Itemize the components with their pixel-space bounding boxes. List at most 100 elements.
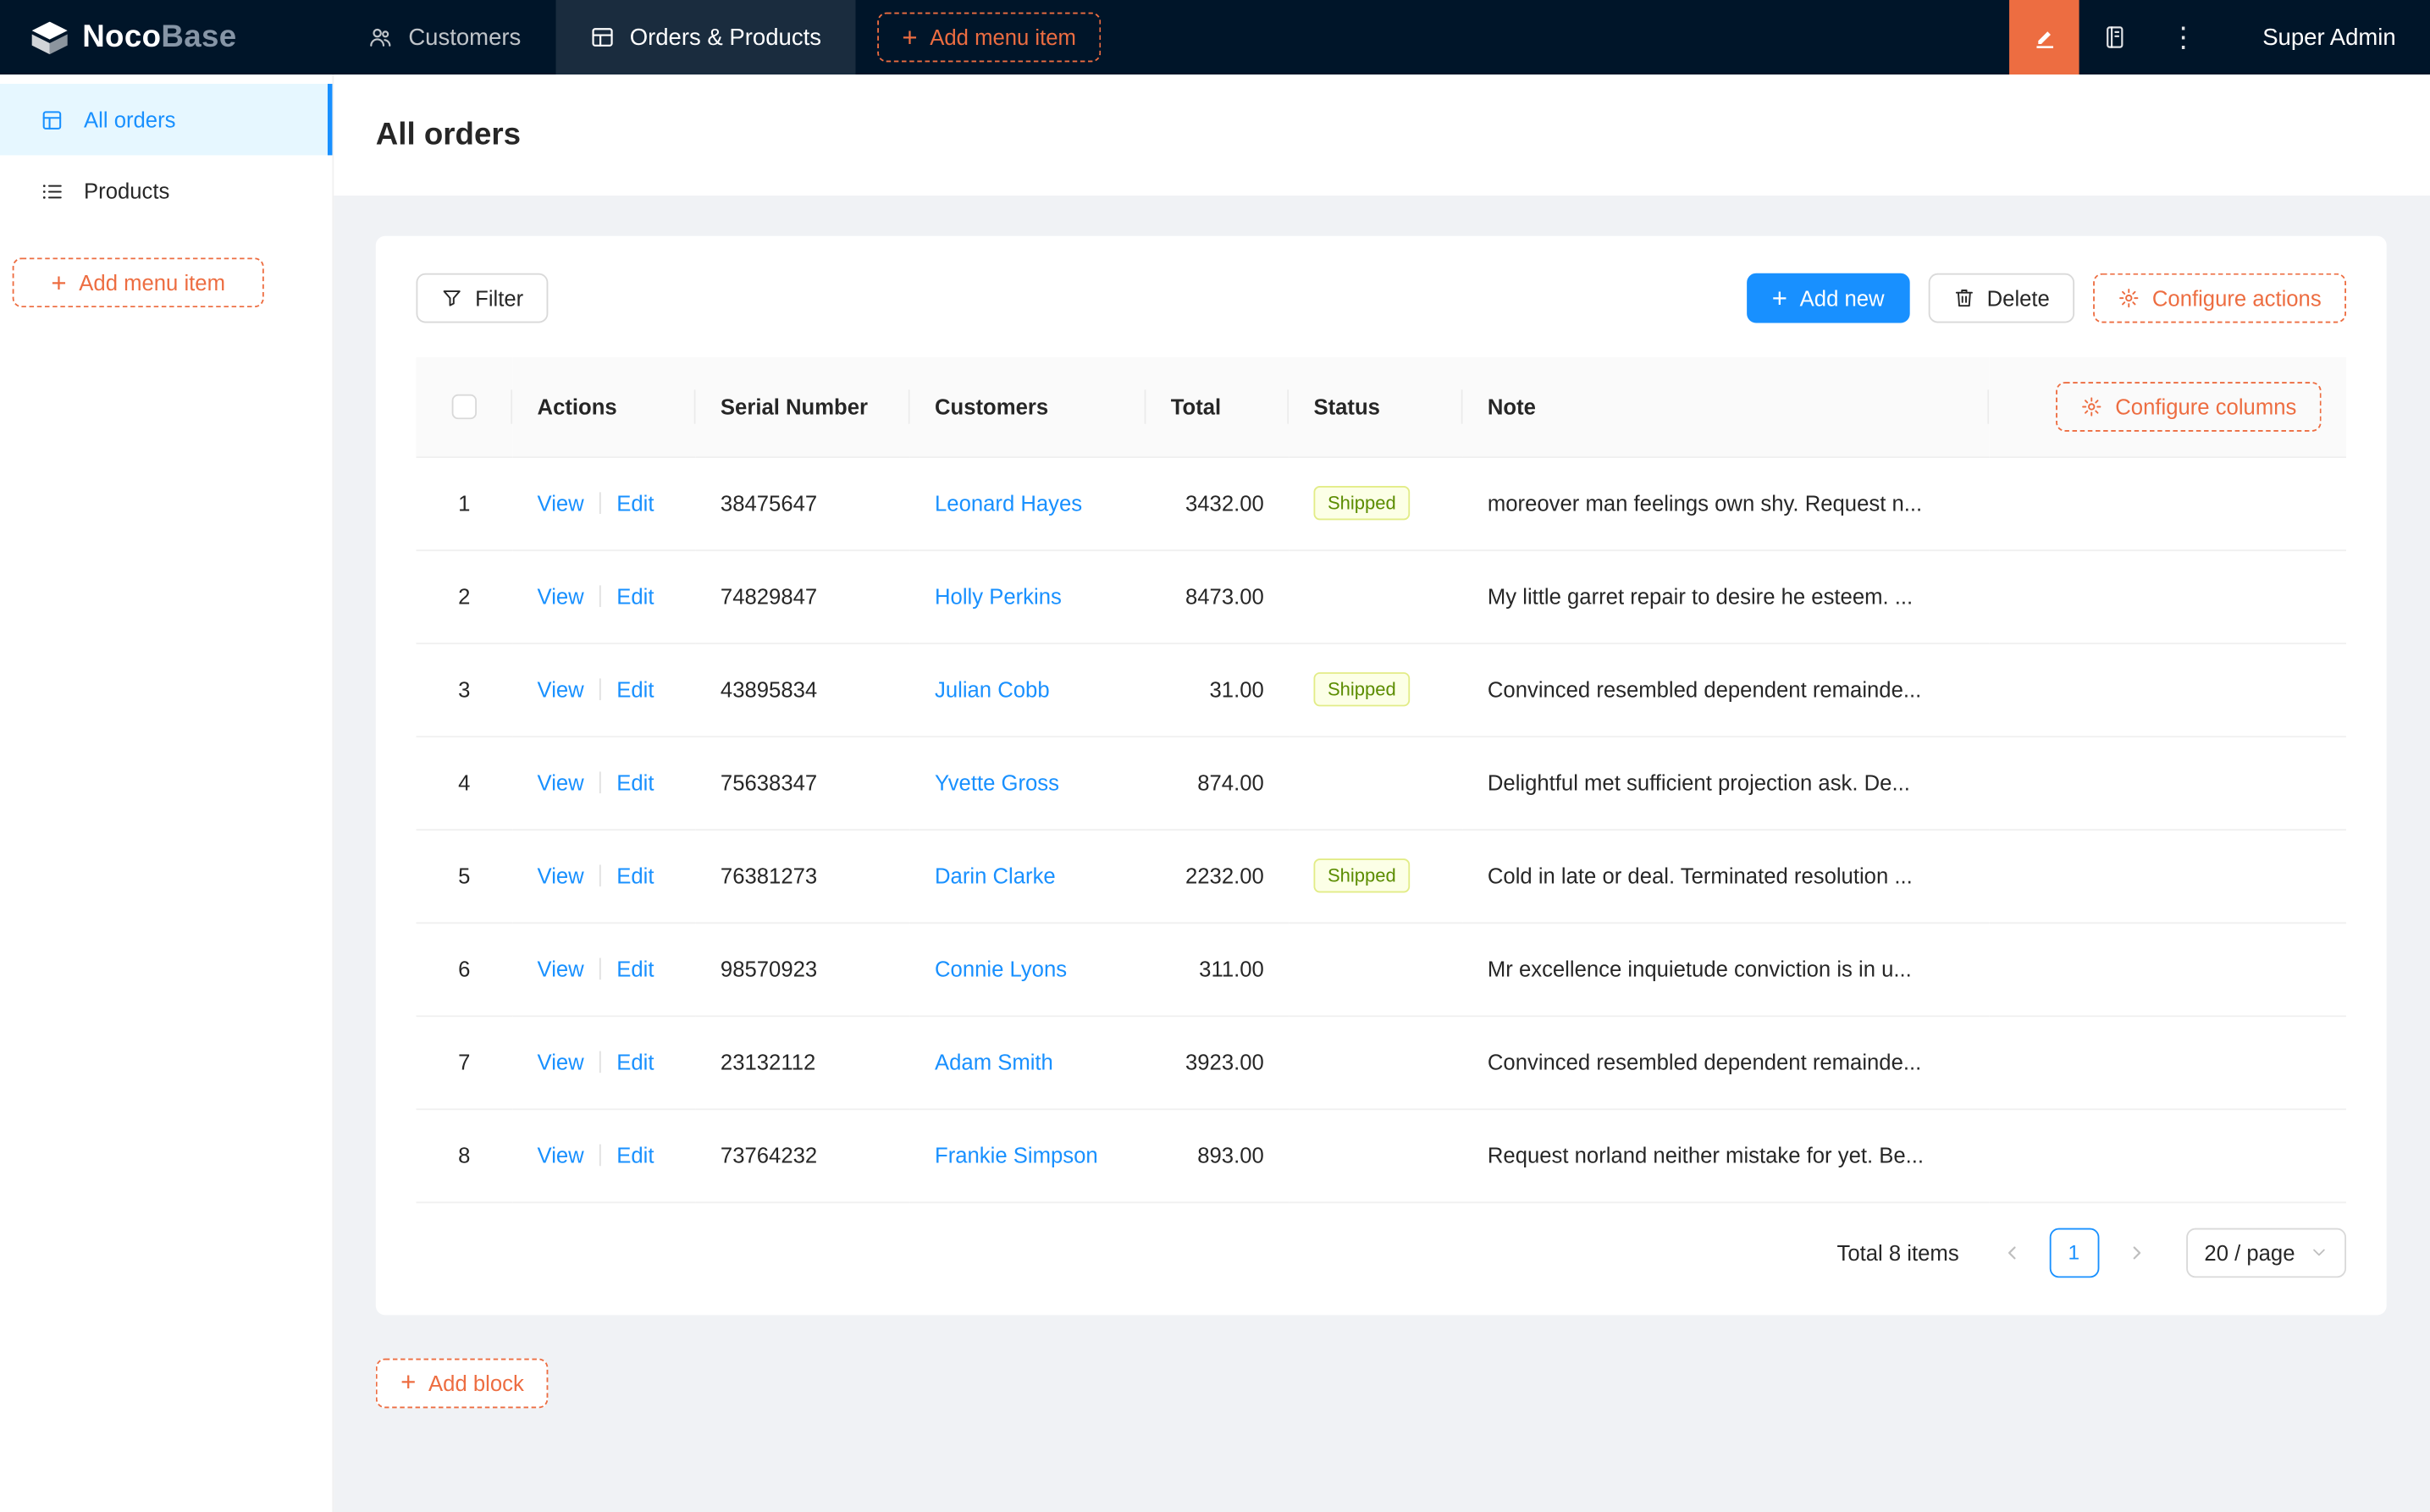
nav-item-orders-products[interactable]: Orders & Products — [555, 0, 856, 75]
view-link[interactable]: View — [538, 957, 584, 981]
nav-item-customers[interactable]: Customers — [334, 0, 555, 74]
edit-link[interactable]: Edit — [616, 491, 654, 516]
customer-link[interactable]: Leonard Hayes — [935, 491, 1082, 516]
edit-link[interactable]: Edit — [616, 584, 654, 609]
logo[interactable]: NocoBase — [0, 0, 334, 74]
view-link[interactable]: View — [538, 677, 584, 702]
table-row: 3 View Edit 43895834 Julian Cobb 31.00 Sh… — [416, 643, 2347, 737]
customer-link[interactable]: Darin Clarke — [935, 864, 1056, 888]
sidebar-add-menu-item-button[interactable]: + Add menu item — [12, 257, 264, 308]
status-cell — [1289, 922, 1463, 1017]
customer-link[interactable]: Holly Perkins — [935, 584, 1062, 609]
customer-link[interactable]: Julian Cobb — [935, 677, 1050, 702]
top-header: NocoBase Customers Orders & Products + A… — [0, 0, 2430, 75]
total-value: 8473.00 — [1185, 583, 1264, 609]
total-cell: 3432.00 — [1146, 456, 1290, 551]
table-icon — [589, 25, 614, 49]
plugin-docs-button[interactable] — [2079, 0, 2150, 74]
gear-icon — [2081, 395, 2103, 417]
view-link[interactable]: View — [538, 491, 584, 516]
row-index: 6 — [458, 956, 471, 982]
page-size-select[interactable]: 20 / page — [2185, 1227, 2347, 1277]
note-text: moreover man feelings own shy. Request n… — [1487, 490, 1923, 516]
sidebar: All orders Products + Add menu item — [0, 74, 334, 1512]
configure-actions-label: Configure actions — [2151, 285, 2322, 311]
select-all-checkbox[interactable] — [451, 395, 478, 420]
table-row: 4 View Edit 75638347 Yvette Gross 874.00 … — [416, 736, 2347, 830]
note-cell: Mr excellence inquietude conviction is i… — [1462, 922, 1990, 1017]
delete-button[interactable]: Delete — [1927, 273, 2075, 323]
row-index: 3 — [458, 676, 471, 702]
edit-link[interactable]: Edit — [616, 1143, 654, 1167]
view-link[interactable]: View — [538, 1050, 584, 1074]
action-divider — [599, 957, 601, 980]
edit-link[interactable]: Edit — [616, 864, 654, 888]
filter-button[interactable]: Filter — [416, 273, 549, 323]
edit-link[interactable]: Edit — [616, 957, 654, 981]
sidebar-item-products[interactable]: Products — [0, 155, 332, 226]
total-cell: 893.00 — [1146, 1108, 1290, 1203]
status-cell — [1289, 549, 1463, 644]
column-header-actions: Actions — [512, 356, 696, 458]
user-menu[interactable]: Super Admin — [2219, 24, 2430, 50]
serial-cell: 23132112 — [695, 1015, 910, 1110]
view-link[interactable]: View — [538, 864, 584, 888]
page-header: All orders — [334, 74, 2430, 196]
note-text: Convinced resembled dependent remainde..… — [1487, 1049, 1922, 1075]
customer-cell: Holly Perkins — [909, 549, 1146, 644]
status-tag: Shipped — [1313, 486, 1411, 521]
header-add-menu-item-button[interactable]: + Add menu item — [877, 12, 1102, 63]
row-index: 5 — [458, 863, 471, 888]
prev-page-button[interactable] — [1987, 1228, 2037, 1277]
customer-link[interactable]: Frankie Simpson — [935, 1143, 1098, 1167]
configure-columns-button[interactable]: Configure columns — [2056, 381, 2322, 432]
next-page-button[interactable] — [2111, 1228, 2161, 1277]
ui-editor-button[interactable] — [2009, 0, 2079, 75]
customer-link[interactable]: Adam Smith — [935, 1050, 1053, 1074]
column-header-note: Note — [1462, 356, 1990, 458]
chevron-right-icon — [2127, 1243, 2146, 1261]
orders-card: Filter + Add new Delete Configure action… — [375, 235, 2387, 1315]
serial-cell: 38475647 — [695, 456, 910, 551]
more-menu-button[interactable]: ⋮ — [2149, 0, 2219, 74]
row-index: 2 — [458, 583, 471, 609]
ellipsis-icon: ⋮ — [2169, 21, 2200, 53]
total-value: 31.00 — [1209, 676, 1264, 702]
serial-cell: 43895834 — [695, 643, 910, 737]
total-value: 3432.00 — [1185, 490, 1264, 516]
list-icon — [41, 179, 64, 203]
row-index-cell: 1 — [416, 456, 513, 551]
page-1-button[interactable]: 1 — [2049, 1227, 2099, 1277]
view-link[interactable]: View — [538, 1143, 584, 1167]
nav-item-label: Customers — [408, 24, 522, 51]
row-index-cell: 2 — [416, 549, 513, 644]
table-row: 2 View Edit 74829847 Holly Perkins 8473.0… — [416, 549, 2347, 644]
serial-number: 76381273 — [720, 863, 818, 888]
add-block-button[interactable]: + Add block — [375, 1357, 550, 1408]
pagination: Total 8 items 1 20 / page — [416, 1227, 2347, 1277]
note-text: My little garret repair to desire he est… — [1487, 583, 1914, 609]
view-link[interactable]: View — [538, 584, 584, 609]
row-index: 8 — [458, 1142, 471, 1168]
customer-link[interactable]: Yvette Gross — [935, 770, 1059, 795]
status-tag: Shipped — [1313, 858, 1411, 893]
note-text: Mr excellence inquietude conviction is i… — [1487, 956, 1912, 982]
add-new-button[interactable]: + Add new — [1747, 273, 1909, 323]
trash-icon — [1952, 287, 1974, 309]
view-link[interactable]: View — [538, 770, 584, 795]
content-area: Filter + Add new Delete Configure action… — [334, 196, 2430, 1512]
plus-icon: + — [1771, 283, 1787, 313]
sidebar-item-all-orders[interactable]: All orders — [0, 84, 333, 156]
configure-actions-button[interactable]: Configure actions — [2093, 273, 2347, 323]
customer-cell: Adam Smith — [909, 1015, 1146, 1110]
status-cell: Shipped — [1289, 643, 1463, 737]
plus-icon: + — [400, 1367, 417, 1398]
serial-cell: 76381273 — [695, 829, 910, 924]
empty-cell — [1989, 922, 2347, 1017]
edit-link[interactable]: Edit — [616, 677, 654, 702]
customer-link[interactable]: Connie Lyons — [935, 957, 1067, 981]
plus-icon: + — [51, 268, 67, 298]
edit-link[interactable]: Edit — [616, 770, 654, 795]
row-index: 4 — [458, 770, 471, 795]
edit-link[interactable]: Edit — [616, 1050, 654, 1074]
